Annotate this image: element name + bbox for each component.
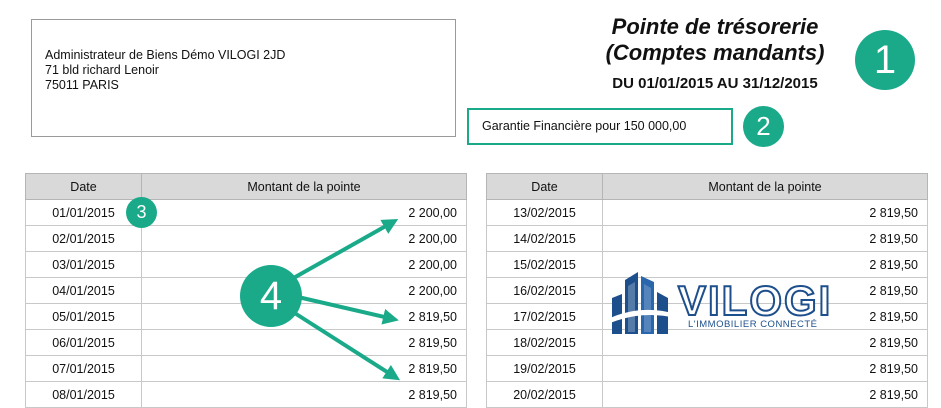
row-date: 06/01/2015	[25, 329, 142, 356]
table-row: 08/01/2015 2 819,50	[25, 381, 467, 408]
address-line-3: 75011 PARIS	[45, 78, 119, 92]
address-line-1: Administrateur de Biens Démo VILOGI 2JD	[45, 48, 286, 62]
row-date: 15/02/2015	[486, 251, 603, 278]
vilogi-logo: VILOGI L'IMMOBILIER CONNECTÉ	[608, 268, 858, 338]
table-row: 20/02/2015 2 819,50	[486, 381, 928, 408]
row-date: 01/01/2015	[25, 199, 142, 226]
row-amount: 2 819,50	[602, 381, 928, 408]
table-row: 01/01/2015 2 200,00	[25, 199, 467, 226]
row-amount: 2 200,00	[141, 277, 467, 304]
guarantee-box: Garantie Financière pour 150 000,00	[467, 108, 733, 145]
column-header-date: Date	[486, 173, 603, 200]
row-amount: 2 819,50	[141, 329, 467, 356]
row-date: 17/02/2015	[486, 303, 603, 330]
callout-badge-2: 2	[743, 106, 784, 147]
column-header-amount: Montant de la pointe	[602, 173, 928, 200]
row-date: 03/01/2015	[25, 251, 142, 278]
row-amount: 2 819,50	[602, 355, 928, 382]
callout-badge-1: 1	[855, 30, 915, 90]
row-amount: 2 819,50	[602, 225, 928, 252]
row-date: 16/02/2015	[486, 277, 603, 304]
row-date: 07/01/2015	[25, 355, 142, 382]
report-title: Pointe de trésorerie (Comptes mandants) …	[575, 14, 855, 92]
row-date: 04/01/2015	[25, 277, 142, 304]
row-date: 18/02/2015	[486, 329, 603, 356]
row-date: 19/02/2015	[486, 355, 603, 382]
table-row: 02/01/2015 2 200,00	[25, 225, 467, 252]
report-period: DU 01/01/2015 AU 31/12/2015	[612, 75, 818, 92]
table-row: 13/02/2015 2 819,50	[486, 199, 928, 226]
row-date: 20/02/2015	[486, 381, 603, 408]
row-amount: 2 200,00	[141, 199, 467, 226]
logo-wordmark: VILOGI	[677, 277, 833, 324]
table-row: 19/02/2015 2 819,50	[486, 355, 928, 382]
row-amount: 2 819,50	[141, 381, 467, 408]
address-line-2: 71 bld richard Lenoir	[45, 63, 159, 77]
building-icon	[610, 272, 676, 334]
table-row: 07/01/2015 2 819,50	[25, 355, 467, 382]
callout-badge-3: 3	[126, 197, 157, 228]
column-header-date: Date	[25, 173, 142, 200]
row-date: 08/01/2015	[25, 381, 142, 408]
address-box: Administrateur de Biens Démo VILOGI 2JD …	[31, 19, 456, 137]
table-row: 14/02/2015 2 819,50	[486, 225, 928, 252]
logo-tagline: L'IMMOBILIER CONNECTÉ	[688, 319, 818, 330]
row-date: 13/02/2015	[486, 199, 603, 226]
callout-badge-4: 4	[240, 265, 302, 327]
row-amount: 2 819,50	[141, 303, 467, 330]
row-amount: 2 200,00	[141, 225, 467, 252]
row-date: 05/01/2015	[25, 303, 142, 330]
title-line-2: (Comptes mandants)	[605, 40, 825, 65]
row-amount: 2 819,50	[141, 355, 467, 382]
column-header-amount: Montant de la pointe	[141, 173, 467, 200]
table-row: 06/01/2015 2 819,50	[25, 329, 467, 356]
table-row: 03/01/2015 2 200,00	[25, 251, 467, 278]
row-date: 02/01/2015	[25, 225, 142, 252]
row-date: 14/02/2015	[486, 225, 603, 252]
row-amount: 2 819,50	[602, 199, 928, 226]
title-line-1: Pointe de trésorerie	[611, 14, 819, 39]
table-header-row: Date Montant de la pointe	[486, 173, 928, 200]
table-header-row: Date Montant de la pointe	[25, 173, 467, 200]
row-amount: 2 200,00	[141, 251, 467, 278]
